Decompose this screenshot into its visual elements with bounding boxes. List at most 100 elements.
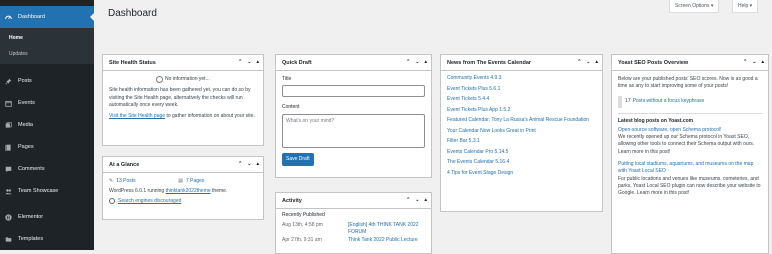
toggle-icon[interactable]: ▴ [424,59,427,65]
pages-icon: ▤ [178,178,183,184]
panel-body: Title Content What's on your mind? Save … [276,71,431,171]
news-link[interactable]: Filter Bar 5.3.1 [447,138,596,144]
wordpress-version: WordPress 6.0.1 running thinktank2022the… [109,188,257,195]
activity-row: Apr 27th, 9:31 am Think Tank 2022 Public… [282,237,425,244]
sidebar-item-team-showcase[interactable]: Team Showcase [0,182,94,200]
news-link[interactable]: Events Calendar Pro 5.14.5 [447,149,596,155]
sidebar-item-comments[interactable]: Comments [0,160,94,178]
draft-title-input[interactable] [282,85,425,98]
move-up-icon[interactable]: ⌃ [577,59,581,65]
toggle-icon[interactable]: ▴ [595,59,598,65]
content-label: Content [282,104,300,111]
sidebar-item-label: Pages [18,144,34,150]
panel-body: Recently Published Aug 13th, 4:58 pm [En… [276,209,431,249]
move-up-icon[interactable]: ⌃ [238,59,242,65]
page-title: Dashboard [108,8,157,19]
latest-blog-heading: Latest blog posts on Yoast.com [618,117,694,124]
screen-options-button[interactable]: Screen Options ▾ [669,0,720,13]
news-link[interactable]: Event Tickets 5.4.4 [447,96,596,102]
panel-title: Yoast SEO Posts Overview [618,59,689,66]
comment-icon [5,166,12,173]
sidebar-item-media[interactable]: Media [0,116,94,134]
submenu-home[interactable]: Home [9,35,23,41]
move-up-icon[interactable]: ⌃ [238,161,242,167]
sidebar-item-elementor[interactable]: Elementor [0,208,94,226]
pages-icon [5,144,12,151]
news-link[interactable]: Featured Calendar: Tony La Russa's Anima… [447,117,596,123]
save-draft-button[interactable]: Save Draft [282,152,314,166]
posts-without-keyphrase-link[interactable]: Posts without a focus keyphrase [633,98,705,105]
theme-link[interactable]: thinktank2022theme [166,188,211,194]
draft-content-input[interactable]: What's on your mind? [282,113,425,148]
site-health-panel: Site Health Status ⌃ ⌄ ▴ No information ye… [102,54,264,146]
media-icon [5,121,12,129]
activity-post-link[interactable]: Think Tank 2022 Public Lecture [348,237,424,244]
status-circle-icon [156,76,163,84]
move-down-icon[interactable]: ⌄ [415,197,419,203]
panel-controls: ⌃ ⌄ ▴ [577,59,598,65]
blog-post-excerpt: For public locations and venues like mus… [618,175,761,197]
sidebar-item-pages[interactable]: Pages [0,138,94,156]
title-label: Title [282,76,292,82]
toggle-icon[interactable]: ▴ [256,59,259,65]
posts-count-link[interactable]: 13 Posts [116,178,178,185]
main-content: Dashboard Screen Options ▾ Help ▾ Site H… [94,0,772,254]
panel-title: Site Health Status [109,59,156,66]
news-link[interactable]: Community Events 4.9.3 [447,75,596,81]
blog-post-link[interactable]: Open-source software, open Schema protoc… [618,127,762,134]
activity-post-link[interactable]: [English] 4th THINK TANK 2022 FORUM [348,222,424,235]
blog-post-excerpt: We recently opened up our Schema protoco… [618,134,755,155]
panel-title: At a Glance [109,161,140,168]
news-link[interactable]: The Events Calendar 5.16.4 [447,159,596,165]
news-link[interactable]: 4 Tips for Event Stage Design [447,170,596,176]
news-link[interactable]: Event Tickets Plus 5.6.1 [447,86,596,92]
sidebar-item-dashboard[interactable]: Dashboard [0,6,94,28]
news-link[interactable]: Your Calendar Now Looks Great in Print [447,128,596,134]
toggle-icon[interactable]: ▴ [256,161,259,167]
submenu-updates[interactable]: Updates [9,51,28,57]
panel-header: Site Health Status ⌃ ⌄ ▴ [103,55,263,71]
health-link-suffix: to gather information on about your site… [165,113,255,120]
move-down-icon[interactable]: ⌄ [586,59,590,65]
search-engines-link[interactable]: Search engines discouraged [118,198,181,205]
panel-title: News from The Events Calendar [447,59,532,66]
panel-controls: ⌃ ⌄ ▴ [406,59,427,65]
sidebar-item-label: Dashboard [18,14,45,20]
help-button[interactable]: Help ▾ [732,0,759,13]
sidebar-item-templates[interactable]: Templates [0,230,94,248]
at-a-glance-panel: At a Glance ⌃ ⌄ ▴ ✎ 13 Posts ▤ 7 Pages Wor… [102,156,264,220]
toggle-icon[interactable]: ▴ [761,59,764,65]
admin-sidebar: Dashboard Home Updates Posts Events Medi… [0,0,94,250]
move-up-icon[interactable]: ⌃ [406,59,410,65]
pages-count-link[interactable]: 7 Pages [186,178,204,185]
panel-controls: ⌃ ⌄ ▴ [743,59,764,65]
pushpin-icon: ✎ [109,178,114,184]
folder-icon [5,236,12,243]
move-up-icon[interactable]: ⌃ [406,197,410,203]
posts-count: 17 [625,97,631,104]
recently-published-heading: Recently Published [282,212,325,218]
focus-keyphrase-bar [618,95,622,108]
yoast-intro: Below are your published posts' SEO scor… [618,76,758,90]
blog-post-link[interactable]: Putting local stadiums, aquariums, and m… [618,161,762,176]
health-description: Site health information has been gathere… [109,87,251,108]
keyphrase-row: 17 Posts without a focus keyphrase [618,95,762,114]
sidebar-item-events[interactable]: Events [0,94,94,112]
calendar-icon [5,100,12,107]
sidebar-item-posts[interactable]: Posts [0,72,94,90]
panel-title: Activity [282,197,302,204]
move-down-icon[interactable]: ⌄ [247,59,251,65]
panel-controls: ⌃ ⌄ ▴ [238,59,259,65]
panel-body: ✎ 13 Posts ▤ 7 Pages WordPress 6.0.1 run… [103,173,263,210]
dashboard-submenu: Home Updates [0,28,94,64]
sidebar-item-label: Elementor [18,214,44,220]
move-up-icon[interactable]: ⌃ [743,59,747,65]
news-link[interactable]: Event Tickets Plus App 1.5.2 [447,107,596,113]
move-down-icon[interactable]: ⌄ [415,59,419,65]
site-health-link[interactable]: Visit the Site Health page [109,113,165,119]
panel-title: Quick Draft [282,59,312,66]
move-down-icon[interactable]: ⌄ [752,59,756,65]
sidebar-item-label: Posts [18,78,32,84]
toggle-icon[interactable]: ▴ [424,197,427,203]
move-down-icon[interactable]: ⌄ [247,161,251,167]
